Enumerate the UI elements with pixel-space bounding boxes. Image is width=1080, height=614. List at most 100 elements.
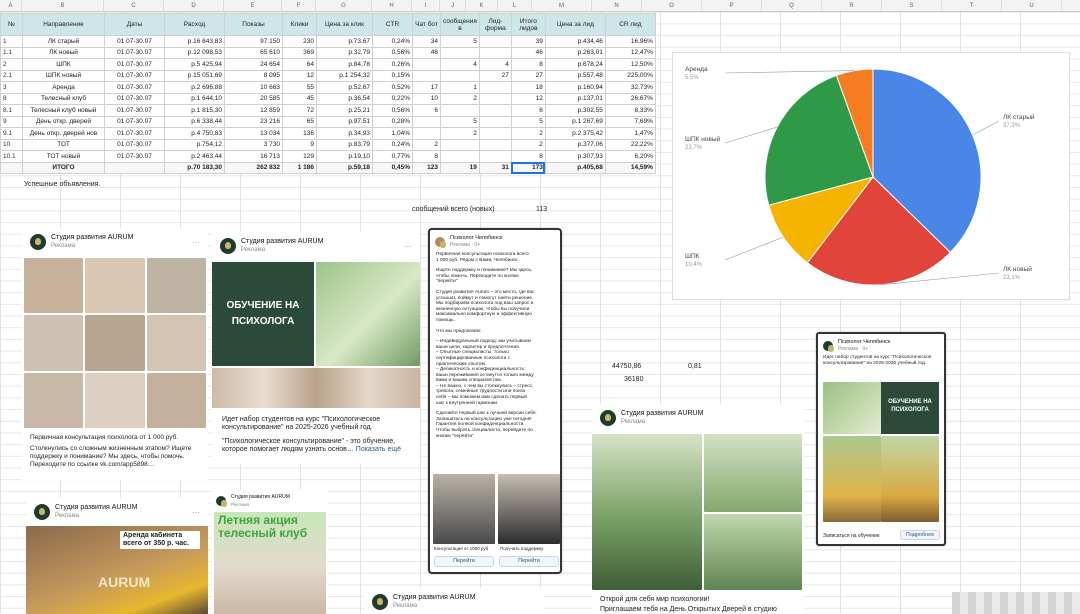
table-cell[interactable]: 2.1 [0, 69, 23, 82]
table-cell[interactable] [478, 138, 512, 151]
table-cell[interactable]: ЛК новый [22, 46, 105, 59]
table-cell[interactable]: р.307,93 [544, 150, 606, 163]
go-button-1[interactable]: Перейти [434, 556, 494, 567]
ad-card-body-club[interactable]: Студия развития AURUM Реклама Летняя акц… [212, 490, 328, 614]
table-header-cell[interactable]: Итого лидов [510, 13, 546, 36]
table-cell[interactable]: р.2 375,42 [544, 127, 606, 140]
table-cell[interactable]: 3 730 [224, 138, 283, 151]
table-cell[interactable]: 1 186 [282, 161, 317, 174]
table-cell[interactable] [412, 115, 441, 128]
table-header-cell[interactable]: Цена за лид [544, 13, 606, 36]
table-cell[interactable]: 8.1 [0, 104, 23, 117]
table-cell[interactable]: 17 [412, 81, 441, 94]
table-cell[interactable] [440, 46, 480, 59]
table-cell[interactable]: 01.07-30.07 [104, 104, 165, 117]
table-header-cell[interactable]: CTR [372, 13, 413, 36]
table-cell[interactable]: 01.07-30.07 [104, 46, 165, 59]
table-cell[interactable]: 2 [440, 127, 480, 140]
table-cell[interactable]: р.4 750,83 [164, 127, 225, 140]
ad-card-bottom[interactable]: Студия развития AURUM Реклама [364, 588, 544, 614]
table-header-cell[interactable]: Цена за клик [316, 13, 373, 36]
table-cell[interactable]: 72 [282, 104, 317, 117]
table-cell[interactable]: 01.07-30.07 [104, 115, 165, 128]
table-cell[interactable]: 0,56% [372, 46, 413, 59]
table-cell[interactable]: 18 [510, 81, 546, 94]
table-cell[interactable]: ШПК новый [22, 69, 105, 82]
table-header-cell[interactable]: Чат бот [412, 13, 441, 36]
table-cell[interactable]: 2 [510, 127, 546, 140]
table-header-cell[interactable]: Направление [22, 13, 105, 36]
column-header[interactable]: U [1002, 0, 1062, 11]
table-cell[interactable]: р.70 183,30 [164, 161, 225, 174]
table-cell[interactable]: р.678,24 [544, 58, 606, 71]
table-cell[interactable]: р.2 696,88 [164, 81, 225, 94]
table-cell[interactable] [440, 150, 480, 163]
column-header[interactable]: T [942, 0, 1002, 11]
table-cell[interactable]: 230 [282, 35, 317, 48]
column-header[interactable]: N [592, 0, 642, 11]
table-cell[interactable]: 8 [510, 150, 546, 163]
table-cell[interactable]: р.73,67 [316, 35, 373, 48]
table-cell[interactable]: р.25,21 [316, 104, 373, 117]
table-cell[interactable]: 6 [412, 104, 441, 117]
table-cell[interactable]: 22,22% [604, 138, 656, 151]
table-cell[interactable]: 369 [282, 46, 317, 59]
table-cell[interactable]: 1,04% [372, 127, 413, 140]
table-cell[interactable]: 225,00% [604, 69, 656, 82]
column-header[interactable]: H [372, 0, 412, 11]
table-cell[interactable] [440, 104, 480, 117]
table-cell[interactable]: р.59,18 [316, 161, 373, 174]
column-header[interactable]: M [532, 0, 592, 11]
table-cell[interactable]: ИТОГО [22, 161, 105, 174]
table-cell[interactable]: 0,24% [372, 138, 413, 151]
table-cell[interactable]: 173 [510, 161, 546, 174]
table-cell[interactable]: 16 713 [224, 150, 283, 163]
table-cell[interactable]: р.754,12 [164, 138, 225, 151]
table-cell[interactable]: 01.07-30.07 [104, 35, 165, 48]
table-cell[interactable]: 2 [0, 58, 23, 71]
table-cell[interactable]: 1 [0, 35, 23, 48]
ad-card-psychologist[interactable]: Психолог Челябинск Реклама · 0+ Первична… [428, 228, 562, 574]
table-cell[interactable]: 26,67% [604, 92, 656, 105]
table-cell[interactable]: р.15 051,69 [164, 69, 225, 82]
column-header[interactable]: F [282, 0, 316, 11]
ad-card-training-2[interactable]: Психолог Челябинск Реклама · 0+ Идет наб… [816, 332, 946, 546]
table-cell[interactable]: р.36,54 [316, 92, 373, 105]
table-cell[interactable]: Телесный клуб [22, 92, 105, 105]
table-cell[interactable]: р.6 338,44 [164, 115, 225, 128]
table-cell[interactable]: 01.07-30.07 [104, 150, 165, 163]
table-cell[interactable]: 12,47% [604, 46, 656, 59]
table-cell[interactable]: 34 [412, 35, 441, 48]
table-cell[interactable]: 0,56% [372, 104, 413, 117]
table-cell[interactable]: р.263,01 [544, 46, 606, 59]
table-cell[interactable]: 12,50% [604, 58, 656, 71]
table-cell[interactable]: ШПК [22, 58, 105, 71]
table-cell[interactable]: 0,15% [372, 69, 413, 82]
table-cell[interactable]: р.83,79 [316, 138, 373, 151]
table-header-cell[interactable]: Даты [104, 13, 165, 36]
table-cell[interactable]: 5 [510, 115, 546, 128]
table-cell[interactable]: 0,28% [372, 115, 413, 128]
table-cell[interactable] [412, 69, 441, 82]
table-cell[interactable]: 8 [510, 58, 546, 71]
table-cell[interactable]: 45 [282, 92, 317, 105]
column-header[interactable]: I [412, 0, 440, 11]
table-cell[interactable]: 64 [282, 58, 317, 71]
table-header-cell[interactable]: Расход [164, 13, 225, 36]
column-header[interactable]: O [642, 0, 702, 11]
table-cell[interactable]: 6,20% [604, 150, 656, 163]
table-cell[interactable]: 0,22% [372, 92, 413, 105]
table-cell[interactable]: 9 [282, 138, 317, 151]
table-cell[interactable]: 20 585 [224, 92, 283, 105]
column-header[interactable]: L [498, 0, 532, 11]
more-icon[interactable]: ··· [192, 508, 200, 517]
table-cell[interactable]: 55 [282, 81, 317, 94]
go-button-2[interactable]: Перейти [499, 556, 559, 567]
table-cell[interactable] [0, 161, 23, 174]
table-cell[interactable]: р.34,93 [316, 127, 373, 140]
table-cell[interactable]: Телесный клуб новый [22, 104, 105, 117]
column-header[interactable]: A [0, 0, 22, 11]
table-cell[interactable]: 0,77% [372, 150, 413, 163]
column-header[interactable]: P [702, 0, 762, 11]
ad-card-open-day[interactable]: Студия развития AURUM Реклама Открой для… [592, 404, 804, 614]
